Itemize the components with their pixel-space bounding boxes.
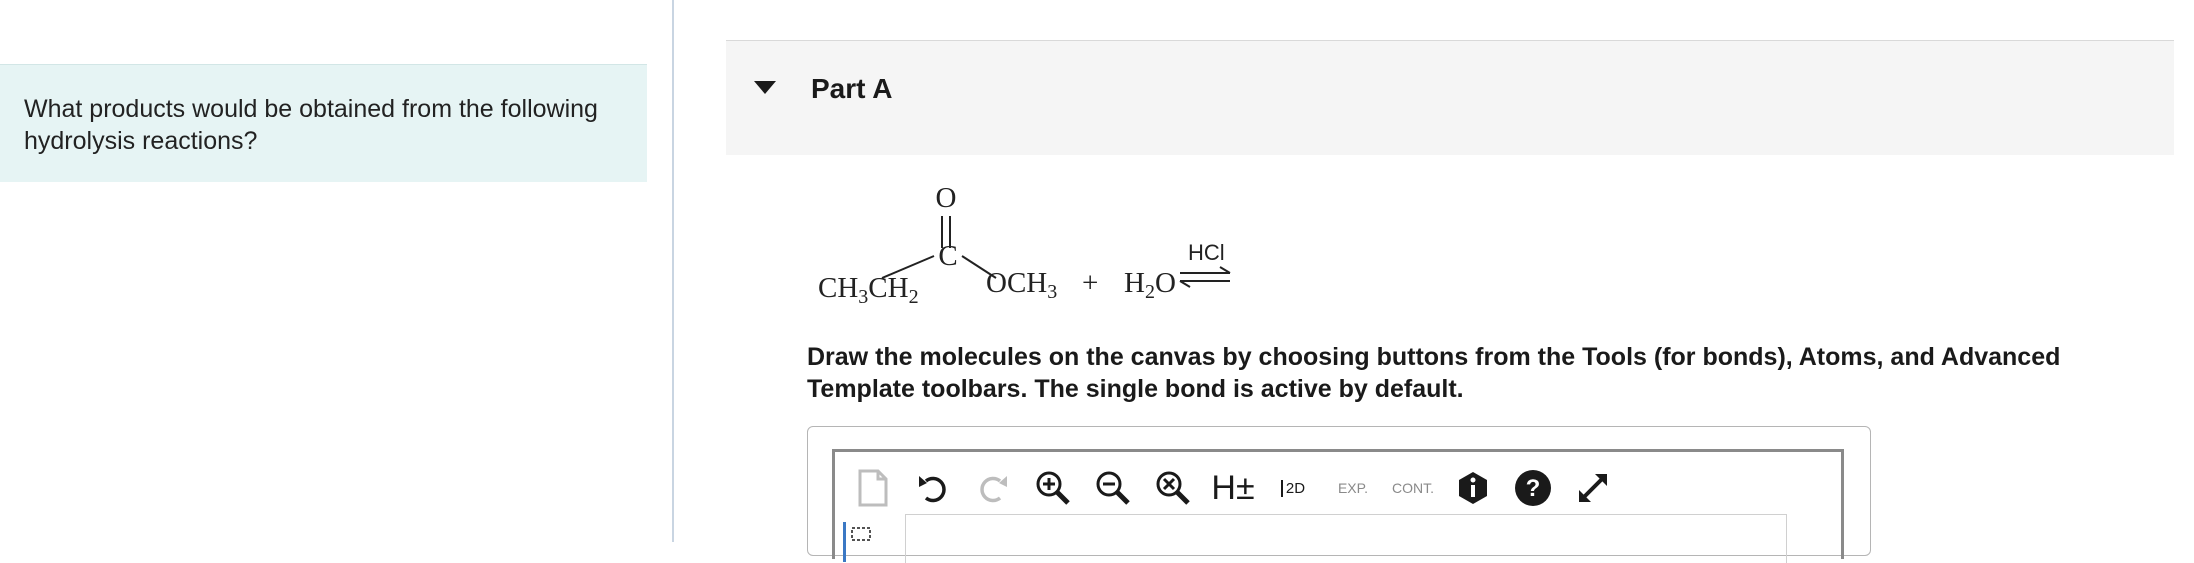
info-icon[interactable]	[1449, 462, 1497, 514]
zoom-reset-icon[interactable]	[1149, 462, 1197, 514]
plus-sign: +	[1082, 267, 1098, 299]
expand-label: EXP.	[1337, 480, 1369, 496]
question-box: What products would be obtained from the…	[0, 64, 647, 182]
contract-icon[interactable]: CONT.	[1389, 462, 1437, 514]
fullscreen-icon[interactable]	[1569, 462, 1617, 514]
ethyl-group: CH3CH2	[818, 272, 919, 308]
hydrogen-toggle-label: H±	[1211, 468, 1255, 507]
part-header[interactable]: Part A	[726, 41, 2174, 155]
expand-icon[interactable]: EXP.	[1329, 462, 1377, 514]
clean-2d-label: 2D	[1280, 479, 1305, 497]
panel-divider	[672, 0, 674, 542]
part-title[interactable]: Part A	[811, 73, 892, 105]
selection-tool-icon[interactable]	[843, 522, 880, 562]
zoom-in-icon[interactable]	[1029, 462, 1077, 514]
carbonyl-oxygen: O	[936, 182, 957, 214]
question-text: What products would be obtained from the…	[24, 95, 598, 155]
hydrogen-toggle-icon[interactable]: H±	[1209, 462, 1257, 514]
redo-icon[interactable]	[969, 462, 1017, 514]
new-document-icon[interactable]	[849, 462, 897, 514]
reaction-scheme: O C CH3CH2 OCH3 + H2O HCl	[818, 182, 1231, 308]
drawing-canvas[interactable]	[905, 514, 1787, 563]
molecule-editor: H± 2D EXP. CONT. ?	[807, 426, 1871, 563]
catalyst-label: HCl	[1188, 240, 1225, 265]
editor-frame: H± 2D EXP. CONT. ?	[832, 449, 1844, 563]
help-icon[interactable]: ?	[1509, 462, 1557, 514]
svg-text:?: ?	[1526, 475, 1541, 502]
clean-2d-icon[interactable]: 2D	[1269, 462, 1317, 514]
carbonyl-carbon: C	[938, 240, 957, 272]
instructions-text: Draw the molecules on the canvas by choo…	[807, 343, 2061, 403]
zoom-out-icon[interactable]	[1089, 462, 1137, 514]
collapse-caret-icon[interactable]	[754, 81, 776, 94]
editor-toolbar: H± 2D EXP. CONT. ?	[849, 462, 1629, 514]
left-panel: What products would be obtained from the…	[0, 0, 672, 542]
water: H2O	[1124, 267, 1176, 303]
methoxy-group: OCH3	[986, 267, 1057, 303]
contract-label: CONT.	[1392, 480, 1434, 496]
undo-icon[interactable]	[909, 462, 957, 514]
